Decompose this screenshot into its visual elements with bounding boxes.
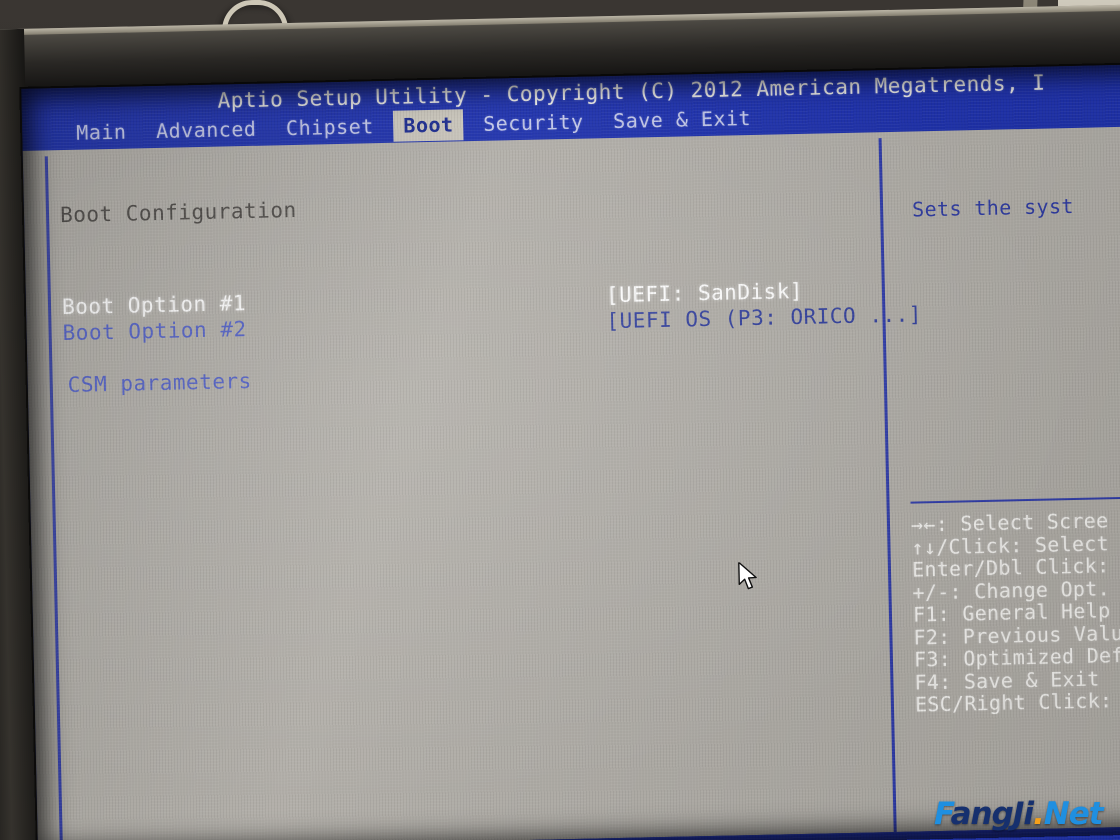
- boot-option-1-value[interactable]: [UEFI: SanDisk]: [606, 279, 804, 307]
- key-legend: →←: Select Scree ↑↓/Click: Select Enter/…: [911, 508, 1120, 716]
- watermark-part-1: F: [934, 796, 952, 832]
- watermark-dot: .: [1032, 796, 1045, 832]
- watermark-part-4: Net: [1043, 796, 1104, 832]
- body-panel: [22, 125, 1120, 840]
- boot-option-1-label[interactable]: Boot Option #1: [62, 291, 246, 319]
- tab-main[interactable]: Main: [66, 116, 137, 149]
- tab-security[interactable]: Security: [473, 106, 594, 140]
- bezel-top-highlight: [0, 4, 1120, 36]
- boot-option-2-label[interactable]: Boot Option #2: [62, 317, 246, 345]
- site-watermark: FangJi.Net: [934, 796, 1104, 832]
- watermark-part-2: ang: [950, 796, 1014, 832]
- help-description: Sets the syst: [911, 193, 1075, 222]
- bios-screen: Aptio Setup Utility - Copyright (C) 2012…: [21, 63, 1120, 840]
- tab-advanced[interactable]: Advanced: [146, 114, 267, 148]
- mouse-cursor-icon: [738, 561, 757, 590]
- monitor-bezel: Aptio Setup Utility - Copyright (C) 2012…: [0, 4, 1120, 840]
- csm-parameters-submenu[interactable]: CSM parameters: [68, 369, 252, 397]
- monitor-photo: Aptio Setup Utility - Copyright (C) 2012…: [0, 0, 1120, 840]
- watermark-part-3: Ji: [1012, 796, 1034, 832]
- tab-boot[interactable]: Boot: [393, 109, 464, 142]
- tab-chipset[interactable]: Chipset: [276, 111, 384, 144]
- key-legend-esc-exit: ESC/Right Click:: [914, 688, 1113, 717]
- tab-save-and-exit[interactable]: Save & Exit: [603, 103, 762, 137]
